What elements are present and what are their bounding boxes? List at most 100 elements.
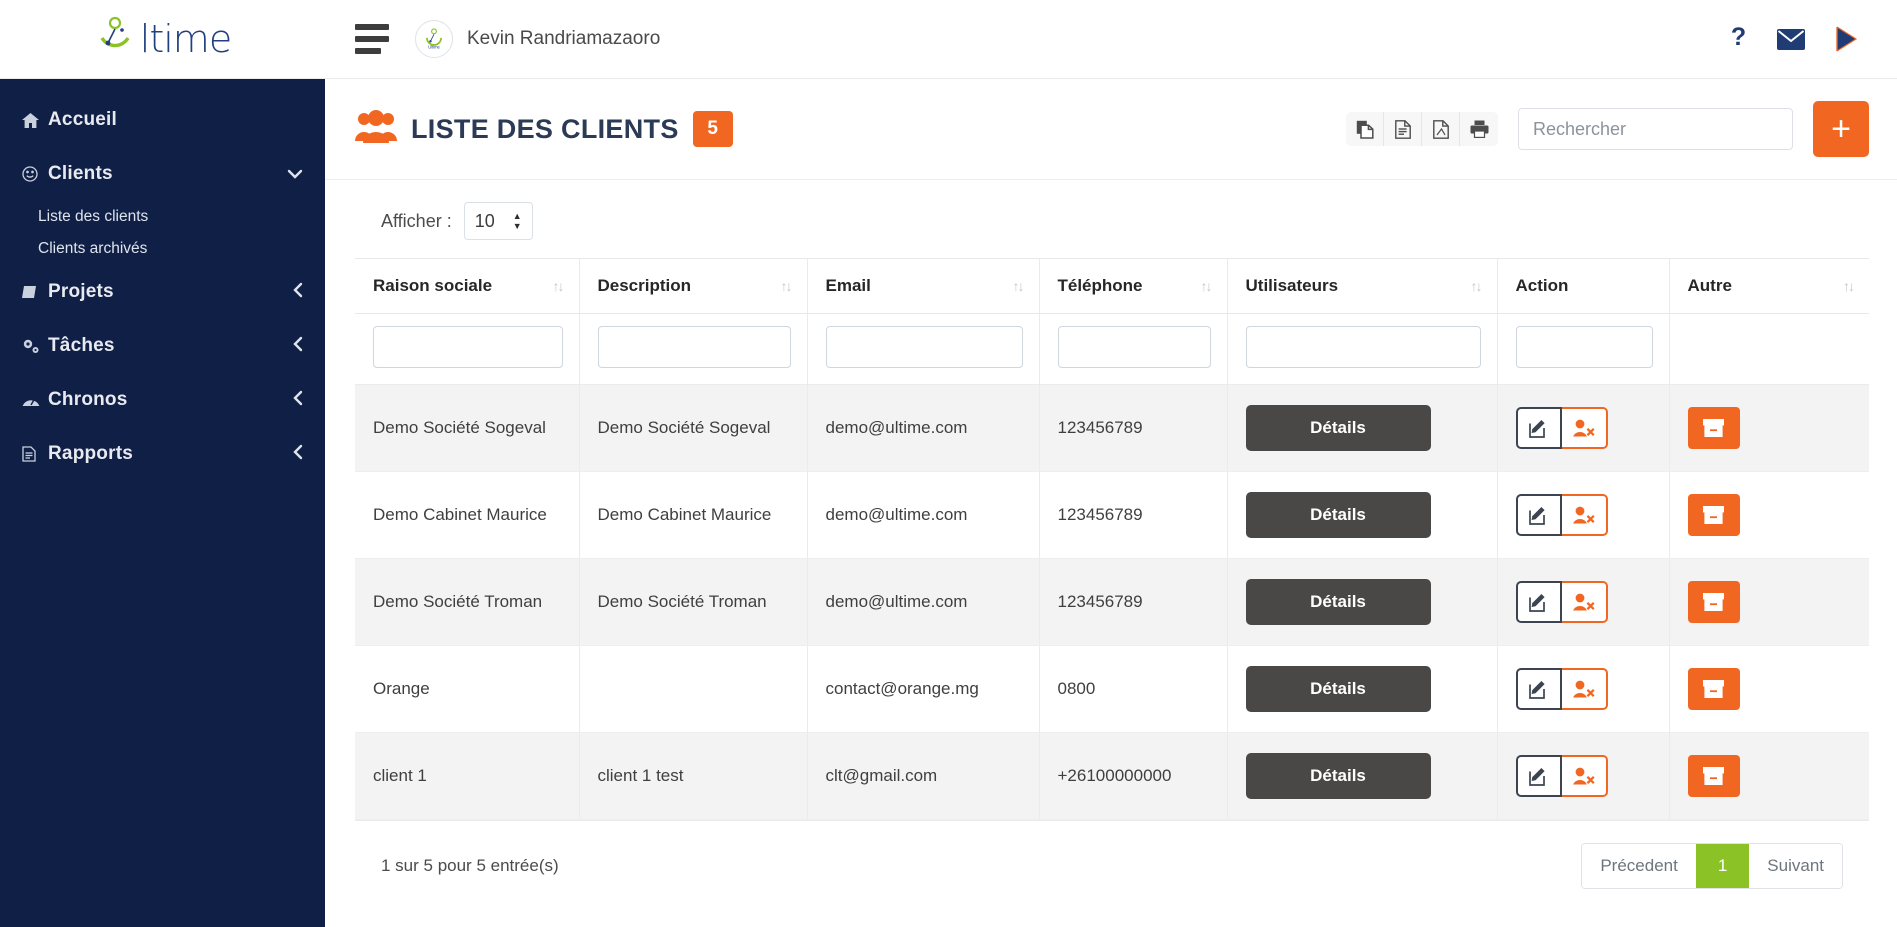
table-row[interactable]: Demo Société Troman Demo Société Troman … [355, 558, 1869, 646]
edit-icon[interactable] [1515, 755, 1562, 797]
details-button[interactable]: Détails [1245, 405, 1431, 451]
column-header-raison-sociale[interactable]: Raison sociale ↑↓ [355, 258, 580, 314]
sidebar-subitem-clients-archives[interactable]: Clients archivés [0, 233, 325, 265]
ultime-logo-icon [94, 16, 138, 63]
sidebar-item-clients[interactable]: Clients [0, 147, 325, 201]
sidebar-subitem-liste-des-clients[interactable]: Liste des clients [0, 201, 325, 233]
archive-button[interactable] [1687, 668, 1740, 710]
sidebar-subitem-label: Liste des clients [38, 208, 149, 225]
sidebar-item-rapports[interactable]: Rapports [0, 427, 325, 481]
pagination-next[interactable]: Suivant [1749, 844, 1842, 888]
details-button[interactable]: Détails [1245, 666, 1431, 712]
cell-autre [1669, 471, 1869, 559]
file-text-icon [22, 446, 48, 462]
column-label: Raison sociale [373, 276, 493, 295]
filter-input-email[interactable] [825, 326, 1023, 368]
brand-logo[interactable]: ltime [0, 0, 325, 79]
remove-user-icon[interactable] [1561, 407, 1608, 449]
cell-raison-sociale: Demo Société Sogeval [355, 384, 580, 472]
table-row[interactable]: Demo Cabinet Maurice Demo Cabinet Mauric… [355, 471, 1869, 559]
menu-toggle-button[interactable] [355, 24, 389, 54]
table-row[interactable]: Demo Société Sogeval Demo Société Sogeva… [355, 384, 1869, 472]
sidebar: ltime Accueil Clients Liste des clients … [0, 0, 325, 927]
cell-telephone: 123456789 [1039, 471, 1228, 559]
cell-email: demo@ultime.com [807, 558, 1040, 646]
clients-count-badge: 5 [692, 111, 733, 147]
cell-autre [1669, 732, 1869, 820]
column-header-email[interactable]: Email ↑↓ [807, 258, 1040, 314]
column-header-telephone[interactable]: Téléphone ↑↓ [1039, 258, 1228, 314]
excel-button[interactable] [1384, 112, 1422, 146]
sidebar-item-label: Rapports [48, 443, 133, 464]
cell-utilisateurs: Détails [1227, 645, 1498, 733]
chevron-left-icon [293, 444, 303, 464]
add-client-button[interactable]: + [1813, 101, 1869, 157]
sort-icon: ↑↓ [780, 278, 793, 294]
archive-button[interactable] [1687, 581, 1740, 623]
envelope-icon[interactable] [1777, 28, 1805, 50]
svg-text:?: ? [1731, 26, 1746, 51]
archive-button[interactable] [1687, 407, 1740, 449]
cell-description [579, 645, 808, 733]
sidebar-nav: Accueil Clients Liste des clients Client… [0, 79, 325, 481]
dashboard-icon [22, 393, 48, 407]
show-entries-select[interactable]: 10 ▲ ▼ [463, 202, 533, 240]
clients-table: Raison sociale ↑↓ Description ↑↓ Email ↑… [355, 258, 1869, 820]
sidebar-item-projets[interactable]: Projets [0, 265, 325, 319]
sidebar-item-chronos[interactable]: Chronos [0, 373, 325, 427]
smiley-icon [22, 166, 48, 182]
archive-button[interactable] [1687, 494, 1740, 536]
brand-name: ltime [139, 17, 232, 61]
copy-button[interactable] [1346, 112, 1384, 146]
pdf-button[interactable] [1422, 112, 1460, 146]
cell-email: contact@orange.mg [807, 645, 1040, 733]
remove-user-icon[interactable] [1561, 494, 1608, 536]
filter-input-action[interactable] [1515, 326, 1653, 368]
filter-input-description[interactable] [597, 326, 791, 368]
details-button[interactable]: Détails [1245, 492, 1431, 538]
sort-icon: ↑↓ [1012, 278, 1025, 294]
table-head: Raison sociale ↑↓ Description ↑↓ Email ↑… [355, 258, 1869, 385]
avatar[interactable]: Ultime [415, 20, 453, 58]
column-header-autre[interactable]: Autre ↑↓ [1669, 258, 1869, 314]
cell-autre [1669, 645, 1869, 733]
remove-user-icon[interactable] [1561, 581, 1608, 623]
plus-icon: + [1831, 110, 1851, 148]
cell-telephone: 0800 [1039, 645, 1228, 733]
edit-icon[interactable] [1515, 668, 1562, 710]
cell-raison-sociale: Demo Cabinet Maurice [355, 471, 580, 559]
edit-icon[interactable] [1515, 494, 1562, 536]
app-root: ltime Accueil Clients Liste des clients … [0, 0, 1897, 927]
cell-autre [1669, 384, 1869, 472]
details-button[interactable]: Détails [1245, 579, 1431, 625]
table-row[interactable]: client 1 client 1 test clt@gmail.com +26… [355, 732, 1869, 820]
column-header-utilisateurs[interactable]: Utilisateurs ↑↓ [1227, 258, 1498, 314]
book-icon [22, 285, 48, 299]
pagination-page-1[interactable]: 1 [1695, 844, 1750, 888]
filter-input-telephone[interactable] [1057, 326, 1211, 368]
table-row[interactable]: Orange contact@orange.mg 0800 Détails [355, 645, 1869, 733]
show-entries-value: 10 [474, 210, 495, 231]
edit-icon[interactable] [1515, 407, 1562, 449]
print-button[interactable] [1460, 112, 1498, 146]
cell-action [1497, 384, 1670, 472]
page-title: LISTE DES CLIENTS [411, 113, 679, 144]
sidebar-item-taches[interactable]: Tâches [0, 319, 325, 373]
help-icon[interactable]: ? [1730, 26, 1747, 52]
topbar-icons: ? [1730, 26, 1877, 52]
show-entries-row: Afficher : 10 ▲ ▼ [355, 180, 1869, 258]
filter-input-utilisateurs[interactable] [1245, 326, 1481, 368]
details-button[interactable]: Détails [1245, 753, 1431, 799]
search-input[interactable] [1518, 108, 1793, 150]
column-header-description[interactable]: Description ↑↓ [579, 258, 808, 314]
filter-input-raison-sociale[interactable] [373, 326, 563, 368]
page-header: LISTE DES CLIENTS 5 Rechercher + [325, 79, 1897, 180]
cell-autre [1669, 558, 1869, 646]
send-icon[interactable] [1835, 26, 1859, 52]
edit-icon[interactable] [1515, 581, 1562, 623]
archive-button[interactable] [1687, 755, 1740, 797]
remove-user-icon[interactable] [1561, 668, 1608, 710]
sidebar-item-accueil[interactable]: Accueil [0, 93, 325, 147]
pagination-previous[interactable]: Précedent [1582, 844, 1696, 888]
remove-user-icon[interactable] [1561, 755, 1608, 797]
